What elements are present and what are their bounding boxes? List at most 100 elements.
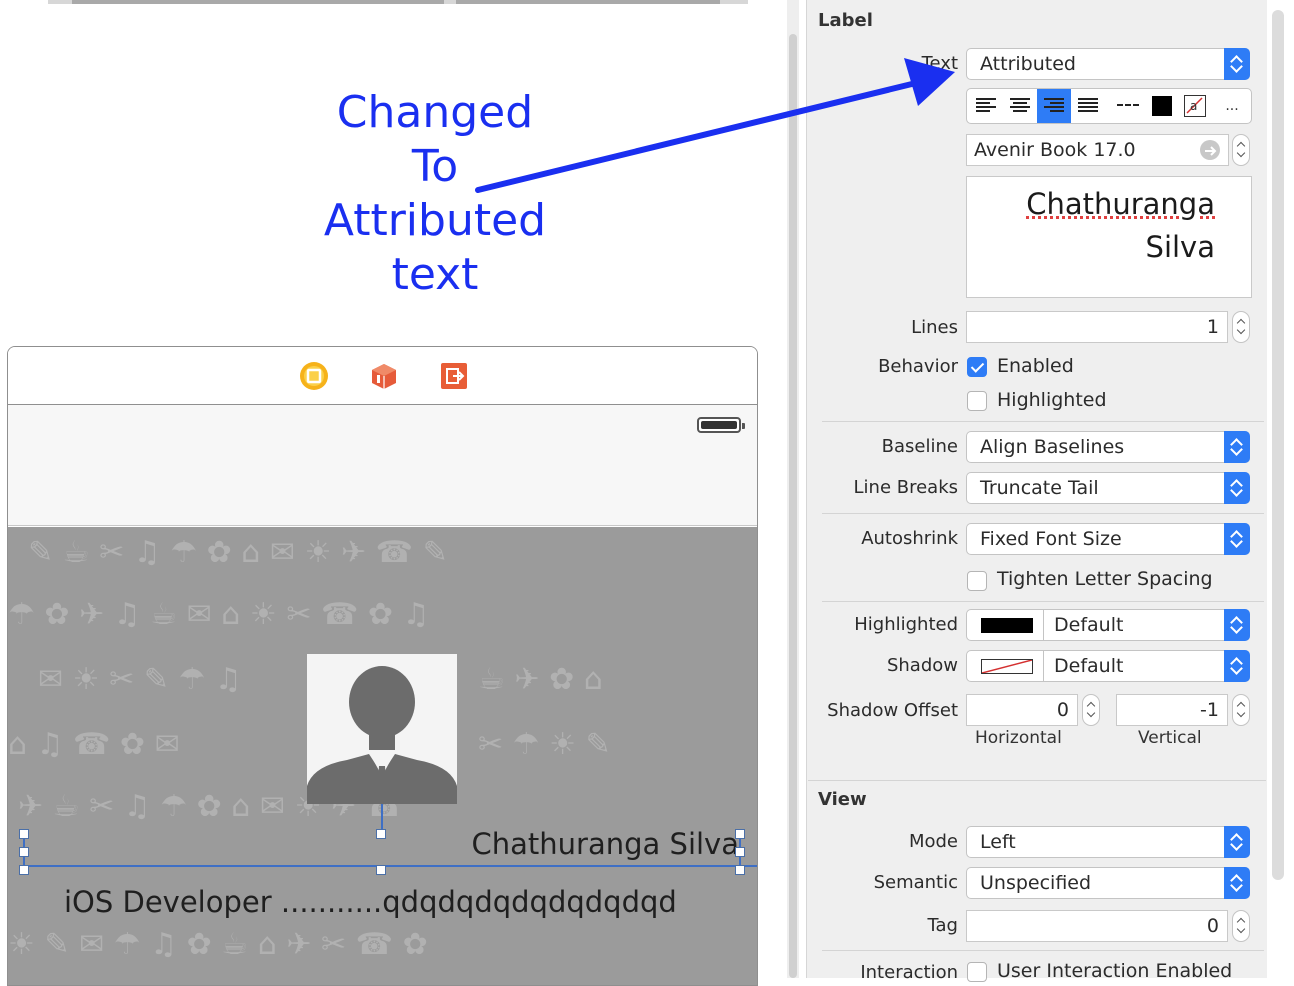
popup-caret-icon bbox=[1224, 867, 1250, 899]
baseline-popup[interactable]: Align Baselines bbox=[966, 431, 1250, 463]
lines-stepper[interactable] bbox=[1232, 311, 1250, 343]
divider bbox=[822, 421, 1264, 422]
tag-field[interactable]: 0 bbox=[966, 910, 1228, 942]
exit-icon[interactable] bbox=[439, 361, 469, 391]
resize-handle[interactable] bbox=[19, 829, 29, 839]
shadow-color-popup[interactable]: Default bbox=[966, 650, 1250, 682]
shadow-label: Shadow bbox=[886, 655, 958, 676]
line-breaks-value: Truncate Tail bbox=[980, 477, 1099, 499]
view-section-title: View bbox=[818, 789, 867, 810]
popup-caret-icon bbox=[1224, 48, 1250, 80]
highlighted-color-swatch bbox=[981, 618, 1033, 633]
text-row-label: Text bbox=[921, 53, 958, 74]
highlighted-color-value: Default bbox=[1054, 614, 1124, 636]
constraint-line bbox=[23, 865, 757, 867]
attributed-format-bar: a ... bbox=[966, 88, 1252, 124]
annotation-line: Changed bbox=[336, 87, 534, 138]
highlighted-checkbox[interactable] bbox=[967, 391, 987, 411]
resize-handle[interactable] bbox=[376, 829, 386, 839]
annotation-callout: Changed To Attributed text bbox=[300, 86, 570, 302]
horizontal-caption: Horizontal bbox=[975, 728, 1062, 748]
divider bbox=[822, 950, 1264, 951]
highlighted-color-popup[interactable]: Default bbox=[966, 609, 1250, 641]
pattern-icon: ☂ ✿ ✈ ♫ ☕ ✉ ⌂ ☀ ✂ ☎ ✿ ♫ bbox=[8, 597, 430, 632]
interaction-label: Interaction bbox=[860, 962, 958, 983]
popup-caret-icon bbox=[1224, 826, 1250, 858]
line-breaks-popup[interactable]: Truncate Tail bbox=[966, 472, 1250, 504]
tighten-checkbox[interactable] bbox=[967, 571, 987, 591]
shadow-offset-vertical-field[interactable]: -1 bbox=[1116, 694, 1228, 726]
tag-label: Tag bbox=[927, 915, 958, 936]
resize-handle[interactable] bbox=[735, 865, 745, 875]
highlighted-color-label: Highlighted bbox=[854, 614, 958, 635]
font-value: Avenir Book 17.0 bbox=[974, 139, 1136, 161]
baseline-value: Align Baselines bbox=[980, 436, 1125, 458]
top-segment bbox=[72, 0, 444, 4]
autoshrink-popup[interactable]: Fixed Font Size bbox=[966, 523, 1250, 555]
annotation-line: To bbox=[411, 141, 459, 192]
mode-popup[interactable]: Left bbox=[966, 826, 1250, 858]
user-interaction-label: User Interaction Enabled bbox=[997, 960, 1233, 982]
inspector-divider bbox=[806, 0, 807, 978]
scene-dock bbox=[8, 347, 757, 405]
svg-text:a: a bbox=[1190, 99, 1197, 113]
resize-handle[interactable] bbox=[376, 865, 386, 875]
shadow-offset-horizontal-field[interactable]: 0 bbox=[966, 694, 1078, 726]
resize-handle[interactable] bbox=[19, 847, 29, 857]
first-responder-icon[interactable] bbox=[369, 361, 399, 391]
tag-stepper[interactable] bbox=[1232, 910, 1250, 942]
user-interaction-checkbox[interactable] bbox=[967, 962, 987, 982]
font-picker-icon[interactable] bbox=[1200, 140, 1220, 160]
font-size-stepper[interactable] bbox=[1232, 134, 1250, 166]
top-segment bbox=[456, 0, 720, 4]
popup-caret-icon bbox=[1224, 472, 1250, 504]
background-color-icon[interactable]: a bbox=[1184, 95, 1206, 117]
shadow-color-value: Default bbox=[1054, 655, 1124, 677]
subtitle-label[interactable]: iOS Developer ...........qdqdqdqdqdqdqdq… bbox=[64, 880, 744, 924]
attributed-text-editor[interactable]: Chathuranga Silva bbox=[966, 176, 1252, 298]
inspector-scrollbar[interactable] bbox=[1272, 10, 1284, 880]
shadow-horizontal-stepper[interactable] bbox=[1082, 694, 1100, 726]
pattern-icon: ✂ ☂ ☀ ✎ bbox=[478, 727, 611, 762]
view-controller-icon[interactable] bbox=[299, 361, 329, 391]
popup-caret-icon bbox=[1224, 609, 1250, 641]
font-field[interactable]: Avenir Book 17.0 bbox=[966, 134, 1229, 166]
tighten-label: Tighten Letter Spacing bbox=[997, 568, 1213, 590]
divider bbox=[822, 513, 1264, 514]
shadow-vertical-stepper[interactable] bbox=[1232, 694, 1250, 726]
attributed-text-line: Chathuranga bbox=[1026, 187, 1215, 221]
storyboard-scene[interactable]: ✎ ☕ ✂ ♫ ☂ ✿ ⌂ ✉ ☀ ✈ ☎ ✎ ☂ ✿ ✈ ♫ ☕ ✉ ⌂ ☀ … bbox=[7, 346, 758, 986]
more-options-button[interactable]: ... bbox=[1217, 93, 1247, 119]
vertical-caption: Vertical bbox=[1138, 728, 1202, 748]
view-content[interactable]: ✎ ☕ ✂ ♫ ☂ ✿ ⌂ ✉ ☀ ✈ ☎ ✎ ☂ ✿ ✈ ♫ ☕ ✉ ⌂ ☀ … bbox=[8, 527, 757, 985]
canvas-scrollbar[interactable] bbox=[787, 0, 799, 978]
mode-label: Mode bbox=[908, 831, 958, 852]
align-justify-button[interactable] bbox=[1071, 89, 1105, 123]
align-natural-button[interactable] bbox=[1110, 89, 1144, 123]
behavior-label: Behavior bbox=[878, 356, 958, 377]
highlighted-check-label: Highlighted bbox=[997, 389, 1107, 411]
lines-label: Lines bbox=[911, 317, 958, 338]
pattern-icon: ✉ ☀ ✂ ✎ ☂ ♫ bbox=[38, 662, 242, 697]
align-center-button[interactable] bbox=[1003, 89, 1037, 123]
align-right-button[interactable] bbox=[1037, 89, 1071, 123]
profile-image[interactable] bbox=[307, 654, 457, 804]
text-type-popup[interactable]: Attributed bbox=[966, 48, 1250, 80]
semantic-popup[interactable]: Unspecified bbox=[966, 867, 1250, 899]
pattern-icon: ☕ ✈ ✿ ⌂ bbox=[478, 662, 603, 697]
shadow-color-swatch bbox=[981, 659, 1033, 674]
resize-handle[interactable] bbox=[735, 847, 745, 857]
popup-caret-icon bbox=[1224, 523, 1250, 555]
text-color-swatch[interactable] bbox=[1152, 96, 1172, 116]
align-left-button[interactable] bbox=[969, 89, 1003, 123]
autoshrink-label: Autoshrink bbox=[861, 528, 958, 549]
person-silhouette-icon bbox=[307, 666, 457, 804]
resize-handle[interactable] bbox=[19, 865, 29, 875]
enabled-checkbox[interactable] bbox=[967, 357, 987, 377]
lines-field[interactable]: 1 bbox=[966, 311, 1228, 343]
annotation-line: text bbox=[391, 249, 479, 300]
mode-value: Left bbox=[980, 831, 1016, 853]
battery-icon bbox=[697, 417, 745, 433]
text-type-value: Attributed bbox=[980, 53, 1076, 75]
resize-handle[interactable] bbox=[735, 829, 745, 839]
